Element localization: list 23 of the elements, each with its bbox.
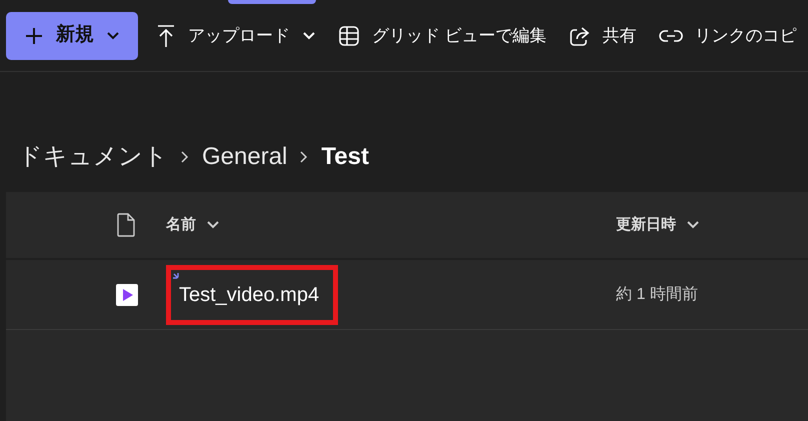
caret-icon bbox=[686, 220, 700, 230]
link-icon bbox=[658, 28, 683, 44]
column-header[interactable]: 更新日時 bbox=[616, 214, 806, 236]
plus-icon bbox=[24, 26, 44, 46]
file-name-link[interactable]: Test_video.mp4 bbox=[179, 280, 320, 310]
video-file-icon bbox=[116, 284, 138, 306]
toolbar-button[interactable]: アップロード bbox=[152, 12, 320, 60]
caret-icon bbox=[206, 220, 220, 230]
breadcrumb-item[interactable]: General bbox=[202, 139, 288, 175]
chevron-icon bbox=[299, 150, 310, 164]
column-header[interactable]: 名前 bbox=[166, 214, 616, 236]
toolbar-button[interactable]: 共有 bbox=[564, 12, 641, 60]
chevron-icon bbox=[180, 150, 190, 164]
breadcrumb-item: Test bbox=[321, 142, 369, 172]
modified-time: 約 1 時間前 bbox=[616, 284, 698, 304]
file-type-icon bbox=[116, 213, 136, 237]
toolbar-button[interactable]: リンクのコピ bbox=[654, 12, 801, 60]
upload-icon bbox=[156, 24, 176, 48]
breadcrumb-item[interactable]: ドキュメント bbox=[18, 139, 168, 175]
toolbar-button[interactable]: グリッド ビューで編集 bbox=[334, 12, 551, 60]
share-icon bbox=[568, 24, 591, 46]
new-button[interactable]: 新規 bbox=[6, 12, 138, 60]
grid-icon bbox=[338, 24, 360, 46]
